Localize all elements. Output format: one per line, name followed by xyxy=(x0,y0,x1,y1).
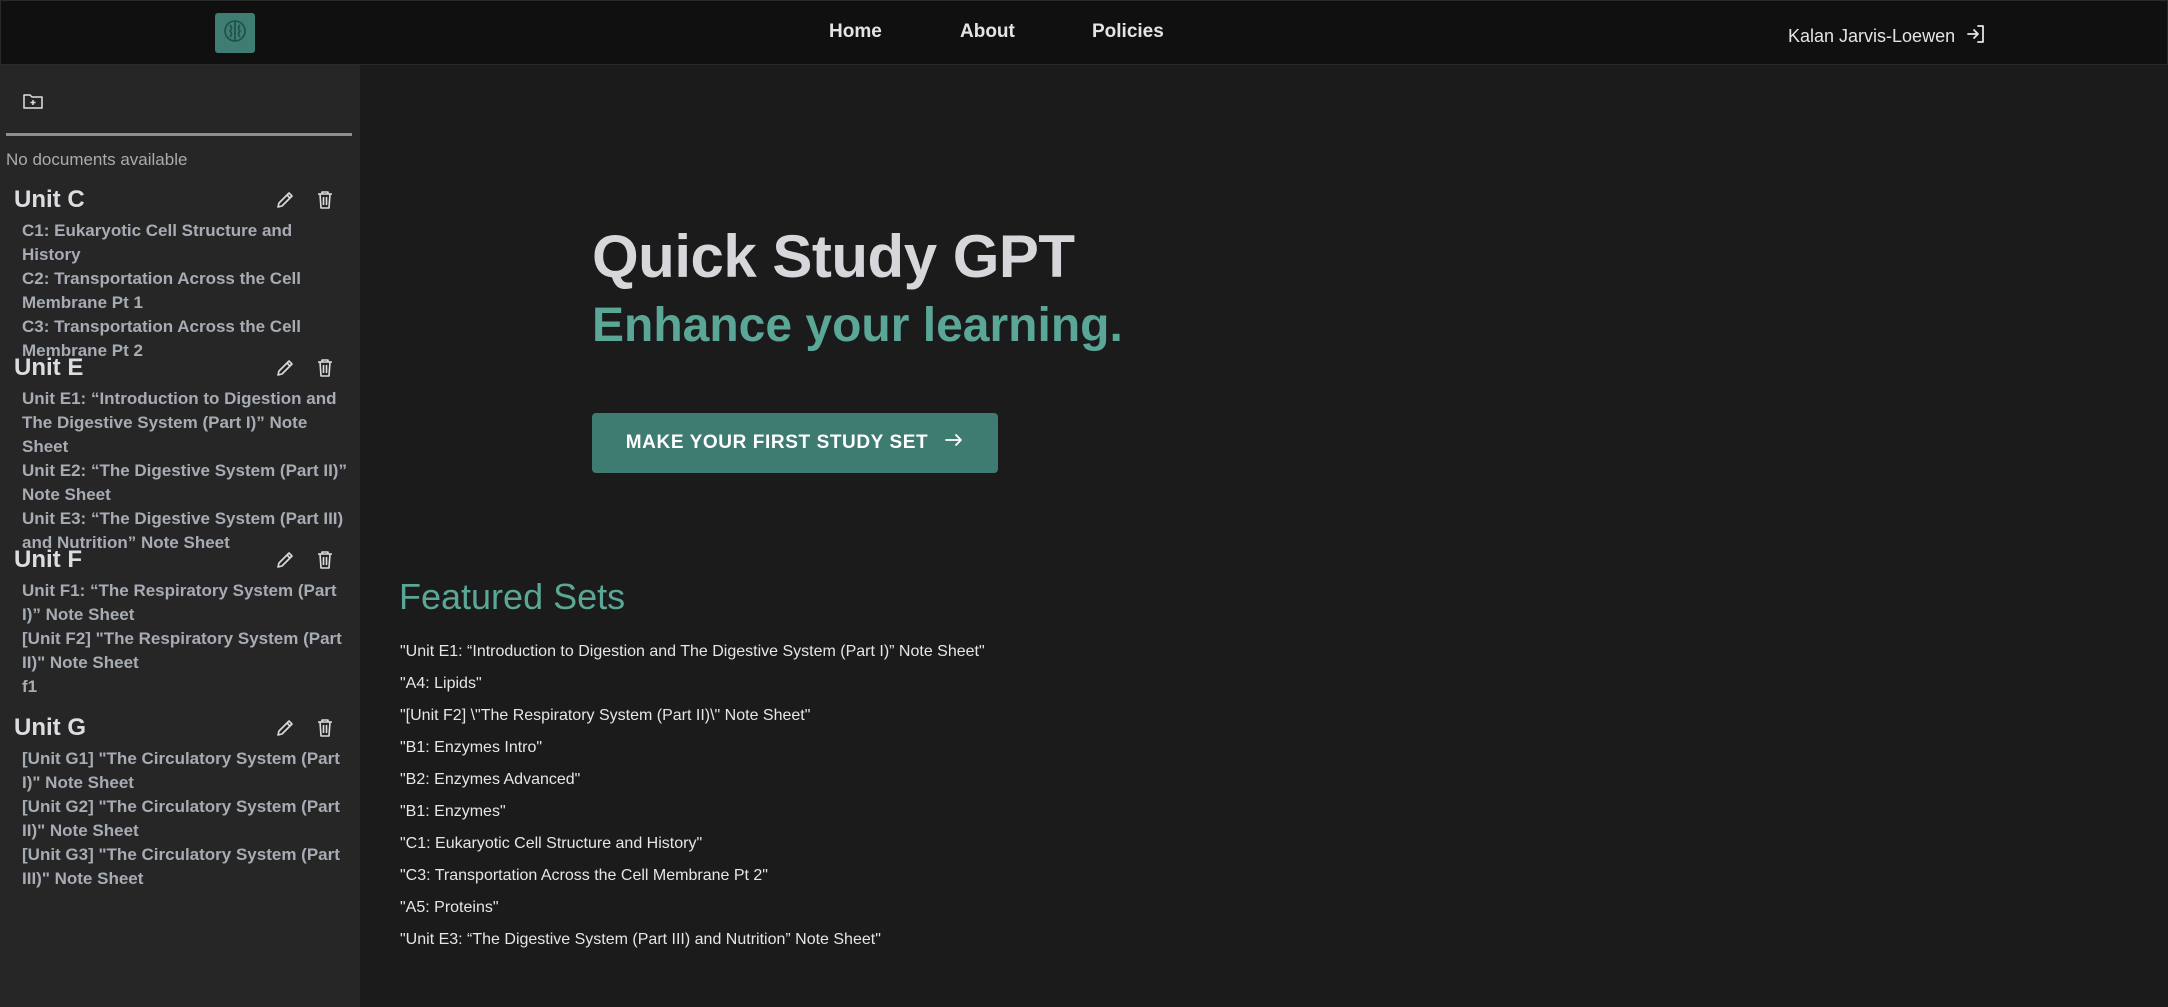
trash-icon xyxy=(314,551,336,575)
featured-set-item[interactable]: "A5: Proteins" xyxy=(400,898,985,930)
pencil-icon xyxy=(274,720,296,743)
document-link[interactable]: [Unit G1] "The Circulatory System (Part … xyxy=(22,747,352,795)
edit-unit-button[interactable] xyxy=(274,189,296,211)
document-link[interactable]: Unit F1: “The Respiratory System (Part I… xyxy=(22,579,352,627)
user-sign-in[interactable]: Kalan Jarvis-Loewen xyxy=(1788,23,1987,50)
pencil-icon xyxy=(274,552,296,575)
featured-set-item[interactable]: "B1: Enzymes Intro" xyxy=(400,738,985,770)
unit-title[interactable]: Unit F xyxy=(14,545,354,575)
edit-unit-button[interactable] xyxy=(274,357,296,379)
trash-icon xyxy=(314,719,336,743)
make-first-study-set-button[interactable]: MAKE YOUR FIRST STUDY SET xyxy=(592,413,998,473)
edit-unit-button[interactable] xyxy=(274,717,296,739)
featured-set-item[interactable]: "Unit E3: “The Digestive System (Part II… xyxy=(400,930,985,962)
trash-icon xyxy=(314,359,336,383)
sign-in-icon xyxy=(1965,23,1987,50)
sidebar: No documents available Unit C C1: Eukary… xyxy=(0,65,360,1007)
cta-label: MAKE YOUR FIRST STUDY SET xyxy=(625,432,929,453)
pencil-icon xyxy=(274,192,296,215)
nav-policies-link[interactable]: Policies xyxy=(1092,21,1164,43)
document-link[interactable]: C1: Eukaryotic Cell Structure and Histor… xyxy=(22,219,352,267)
document-link[interactable]: [Unit F2] "The Respiratory System (Part … xyxy=(22,627,352,675)
featured-set-item[interactable]: "A4: Lipids" xyxy=(400,674,985,706)
hero-subtitle: Enhance your learning. xyxy=(592,299,1123,352)
top-navbar: Home About Policies Kalan Jarvis-Loewen xyxy=(0,0,2168,65)
arrow-right-icon xyxy=(944,432,964,454)
document-link[interactable]: [Unit G2] "The Circulatory System (Part … xyxy=(22,795,352,843)
unit-title[interactable]: Unit G xyxy=(14,713,354,743)
featured-set-item[interactable]: "B1: Enzymes" xyxy=(400,802,985,834)
featured-set-item[interactable]: "C1: Eukaryotic Cell Structure and Histo… xyxy=(400,834,985,866)
document-link[interactable]: Unit E1: “Introduction to Digestion and … xyxy=(22,387,352,459)
featured-set-item[interactable]: "C3: Transportation Across the Cell Memb… xyxy=(400,866,985,898)
delete-unit-button[interactable] xyxy=(314,189,336,211)
featured-set-item[interactable]: "[Unit F2] \"The Respiratory System (Par… xyxy=(400,706,985,738)
nav-about-link[interactable]: About xyxy=(960,21,1015,43)
delete-unit-button[interactable] xyxy=(314,717,336,739)
hero-title: Quick Study GPT xyxy=(592,223,1075,290)
featured-sets-heading: Featured Sets xyxy=(399,576,626,617)
trash-icon xyxy=(314,191,336,215)
unit-folder-e: Unit E Unit E1: “Introduction to Digesti… xyxy=(14,353,354,555)
nav-home-link[interactable]: Home xyxy=(829,21,882,43)
brain-icon xyxy=(222,18,248,49)
unit-title[interactable]: Unit E xyxy=(14,353,354,383)
featured-set-item[interactable]: "B2: Enzymes Advanced" xyxy=(400,770,985,802)
pencil-icon xyxy=(274,360,296,383)
unit-title[interactable]: Unit C xyxy=(14,185,354,215)
document-link[interactable]: Unit E2: “The Digestive System (Part II)… xyxy=(22,459,352,507)
folder-plus-icon xyxy=(22,94,44,115)
unit-folder-f: Unit F Unit F1: “The Respiratory System … xyxy=(14,545,354,699)
unit-folder-c: Unit C C1: Eukaryotic Cell Structure and… xyxy=(14,185,354,363)
delete-unit-button[interactable] xyxy=(314,549,336,571)
document-link[interactable]: C2: Transportation Across the Cell Membr… xyxy=(22,267,352,315)
document-link[interactable]: f1 xyxy=(22,675,352,699)
user-name: Kalan Jarvis-Loewen xyxy=(1788,26,1956,46)
no-documents-text: No documents available xyxy=(6,150,188,169)
delete-unit-button[interactable] xyxy=(314,357,336,379)
sidebar-divider xyxy=(6,133,352,136)
new-folder-button[interactable] xyxy=(22,91,46,113)
document-link[interactable]: [Unit G3] "The Circulatory System (Part … xyxy=(22,843,352,891)
unit-folder-g: Unit G [Unit G1] "The Circulatory System… xyxy=(14,713,354,891)
featured-sets-list: "Unit E1: “Introduction to Digestion and… xyxy=(400,642,985,962)
featured-set-item[interactable]: "Unit E1: “Introduction to Digestion and… xyxy=(400,642,985,674)
edit-unit-button[interactable] xyxy=(274,549,296,571)
logo-button[interactable] xyxy=(215,13,255,53)
